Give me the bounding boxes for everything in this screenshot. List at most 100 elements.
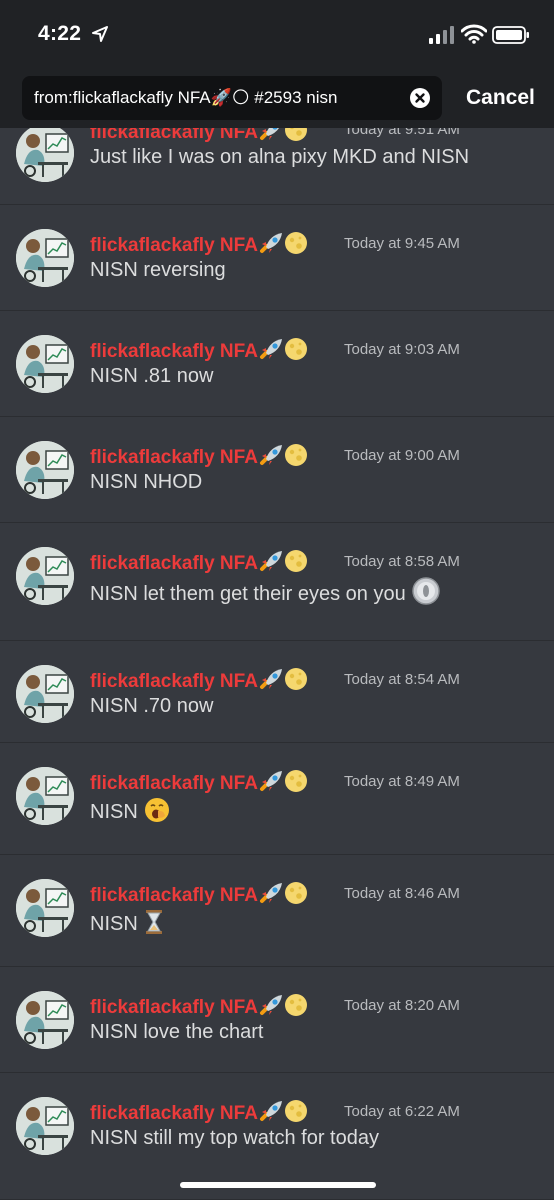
user-avatar[interactable]	[16, 441, 74, 499]
author-name: flickaflackafly NFA	[90, 341, 258, 362]
author-name: flickaflackafly NFA	[90, 885, 258, 906]
full-moon-icon	[284, 550, 307, 572]
search-query[interactable]: from:flickaflackafly NFA🚀🌕 #2593 nisn	[34, 88, 404, 108]
message-timestamp: Today at 9:00 AM	[344, 447, 460, 464]
rocket-icon	[259, 883, 282, 903]
author-name: flickaflackafly NFA	[90, 1103, 258, 1124]
message-author[interactable]: flickaflackafly NFA	[90, 1099, 308, 1125]
full-moon-icon	[284, 128, 307, 141]
message-content: NISN .81 now	[90, 365, 214, 387]
search-input[interactable]: from:flickaflackafly NFA🚀🌕 #2593 nisn	[22, 76, 442, 120]
user-avatar[interactable]	[16, 335, 74, 393]
message-timestamp: Today at 9:03 AM	[344, 341, 460, 358]
user-avatar[interactable]	[16, 547, 74, 605]
message-text: NISN	[90, 909, 164, 936]
user-avatar[interactable]	[16, 1097, 74, 1155]
rocket-icon	[259, 128, 279, 140]
rocket-icon	[259, 1101, 282, 1121]
author-name: flickaflackafly NFA	[90, 553, 258, 574]
user-avatar[interactable]	[16, 991, 74, 1049]
search-result-item[interactable]: flickaflackafly NFA Today at 8:49 AM NISN	[0, 743, 554, 855]
search-result-item[interactable]: flickaflackafly NFA Today at 9:45 AM NISN…	[0, 205, 554, 311]
message-text: Just like I was on alna pixy MKD and NIS…	[90, 146, 469, 169]
rocket-icon	[259, 669, 282, 689]
message-author[interactable]: flickaflackafly NFA	[90, 337, 308, 363]
search-result-item[interactable]: flickaflackafly NFA Today at 8:20 AM NISN…	[0, 967, 554, 1073]
location-arrow-icon	[92, 26, 108, 42]
rocket-icon	[259, 771, 282, 791]
full-moon-icon	[284, 668, 307, 690]
message-timestamp: Today at 9:51 AM	[344, 128, 460, 138]
search-result-item[interactable]: flickaflackafly NFA Today at 9:51 AM Just…	[0, 128, 554, 205]
eye-coin-icon	[411, 577, 440, 605]
message-text: NISN still my top watch for today	[90, 1127, 379, 1150]
full-moon-icon	[284, 994, 307, 1016]
rocket-icon	[259, 995, 282, 1015]
cellular-signal-icon	[429, 26, 454, 44]
user-avatar[interactable]	[16, 879, 74, 937]
hourglass-icon	[145, 910, 162, 934]
status-bar: 4:22	[0, 0, 554, 72]
search-result-item[interactable]: flickaflackafly NFA Today at 8:58 AM NISN…	[0, 523, 554, 641]
message-content: NISN reversing	[90, 259, 226, 281]
message-author[interactable]: flickaflackafly NFA	[90, 881, 308, 907]
message-text: NISN let them get their eyes on you	[90, 577, 440, 606]
author-name: flickaflackafly NFA	[90, 671, 258, 692]
search-result-item[interactable]: flickaflackafly NFA Today at 8:46 AM NISN	[0, 855, 554, 967]
message-content: NISN NHOD	[90, 471, 203, 493]
message-timestamp: Today at 8:46 AM	[344, 885, 460, 902]
full-moon-icon	[284, 770, 307, 792]
message-author[interactable]: flickaflackafly NFA	[90, 993, 308, 1019]
rocket-icon	[259, 445, 282, 465]
search-results-list: flickaflackafly NFA Today at 9:51 AM Just…	[0, 128, 554, 1200]
message-timestamp: Today at 8:58 AM	[344, 553, 460, 570]
message-author[interactable]: flickaflackafly NFA	[90, 549, 308, 575]
message-author[interactable]: flickaflackafly NFA	[90, 128, 308, 144]
rocket-icon	[259, 339, 282, 359]
full-moon-icon	[284, 1100, 307, 1122]
status-time: 4:22	[38, 22, 82, 45]
message-author[interactable]: flickaflackafly NFA	[90, 769, 308, 795]
message-content: NISN	[90, 801, 138, 823]
message-content: NISN let them get their eyes on you	[90, 583, 406, 605]
message-author[interactable]: flickaflackafly NFA	[90, 667, 308, 693]
yawning-face-icon	[144, 798, 169, 822]
full-moon-icon	[284, 232, 307, 254]
cancel-button[interactable]: Cancel	[466, 86, 535, 110]
message-content: Just like I was on alna pixy MKD and NIS…	[90, 146, 470, 168]
search-result-item[interactable]: flickaflackafly NFA Today at 9:03 AM NISN…	[0, 311, 554, 417]
message-author[interactable]: flickaflackafly NFA	[90, 231, 308, 257]
author-name: flickaflackafly NFA	[90, 997, 258, 1018]
message-text: NISN NHOD	[90, 471, 202, 494]
rocket-icon	[259, 233, 282, 253]
user-avatar[interactable]	[16, 665, 74, 723]
search-result-item[interactable]: flickaflackafly NFA Today at 9:00 AM NISN…	[0, 417, 554, 523]
message-text: NISN	[90, 797, 170, 824]
message-text: NISN reversing	[90, 259, 226, 282]
author-name: flickaflackafly NFA	[90, 447, 258, 468]
message-content: NISN still my top watch for today	[90, 1127, 379, 1149]
home-indicator[interactable]	[180, 1182, 376, 1188]
message-content: NISN .70 now	[90, 695, 214, 717]
message-timestamp: Today at 9:45 AM	[344, 235, 460, 252]
clear-search-icon[interactable]	[410, 88, 430, 108]
message-timestamp: Today at 6:22 AM	[344, 1103, 460, 1120]
search-result-item[interactable]: flickaflackafly NFA Today at 6:22 AM NISN…	[0, 1073, 554, 1200]
message-text: NISN .70 now	[90, 695, 213, 718]
rocket-icon	[259, 551, 282, 571]
search-results-screen: 4:22 from:flickaflackafly NFA🚀🌕 #2593 ni…	[0, 0, 554, 1200]
user-avatar[interactable]	[16, 229, 74, 287]
user-avatar[interactable]	[16, 767, 74, 825]
user-avatar[interactable]	[16, 128, 74, 182]
search-header: from:flickaflackafly NFA🚀🌕 #2593 nisn Ca…	[0, 72, 554, 128]
message-timestamp: Today at 8:20 AM	[344, 997, 460, 1014]
full-moon-icon	[284, 444, 307, 466]
message-content: NISN	[90, 913, 138, 935]
message-author[interactable]: flickaflackafly NFA	[90, 443, 308, 469]
search-result-item[interactable]: flickaflackafly NFA Today at 8:54 AM NISN…	[0, 641, 554, 743]
battery-icon	[492, 26, 529, 44]
message-text: NISN love the chart	[90, 1021, 263, 1044]
full-moon-icon	[284, 338, 307, 360]
message-timestamp: Today at 8:49 AM	[344, 773, 460, 790]
author-name: flickaflackafly NFA	[90, 235, 258, 256]
